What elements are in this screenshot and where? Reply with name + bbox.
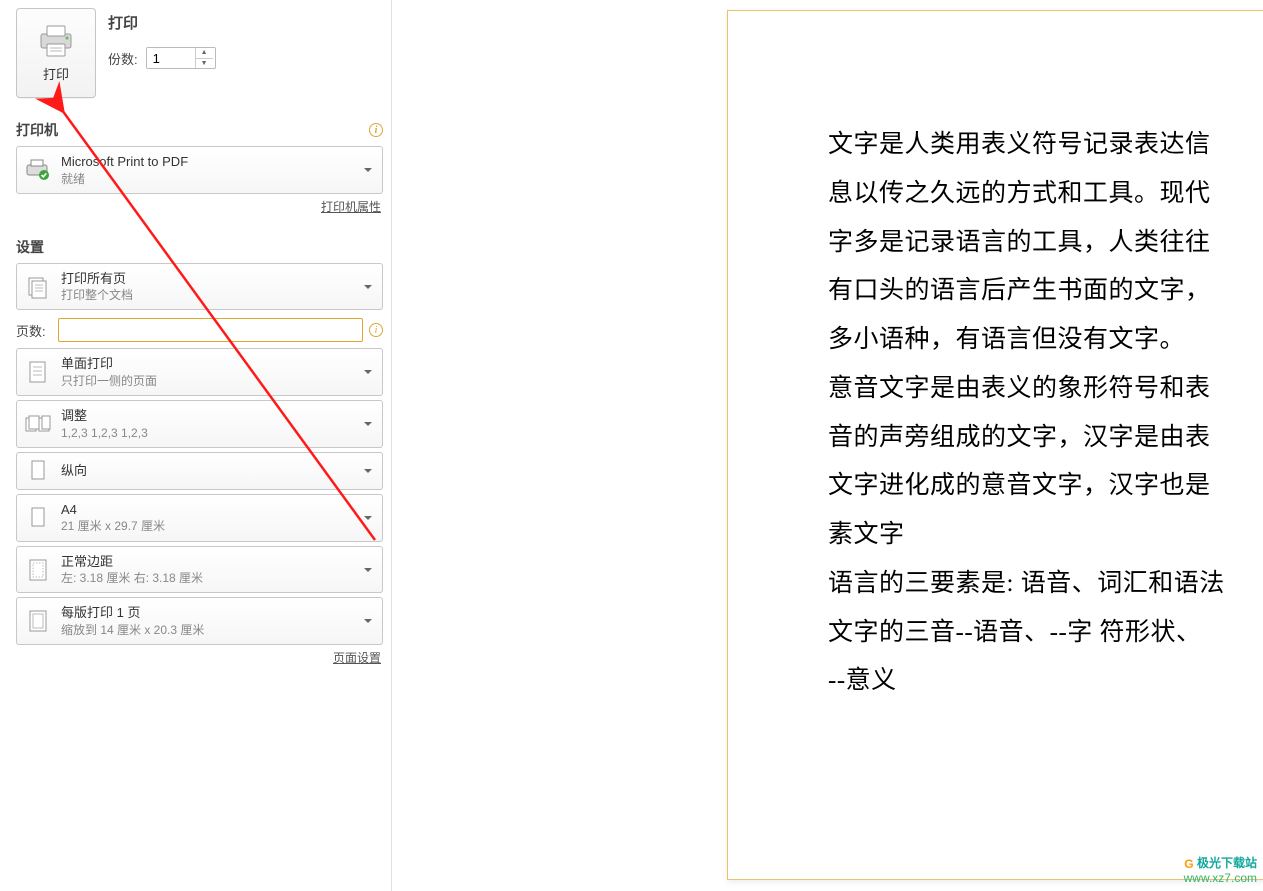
printer-section-label: 打印机 [16, 120, 58, 140]
watermark-brand: 极光下载站 [1197, 856, 1257, 870]
print-preview: 文字是人类用表义符号记录表达信息以传之久远的方式和工具。现代字多是记录语言的工具… [392, 0, 1263, 891]
collate-selector[interactable]: 调整 1,2,3 1,2,3 1,2,3 [16, 400, 383, 448]
collate-label: 调整 [61, 407, 148, 425]
watermark: G 极光下载站 www.xz7.com [1184, 856, 1257, 887]
document-line: 音的声旁组成的文字，汉字是由表 [828, 414, 1263, 463]
print-button[interactable]: 打印 [16, 8, 96, 98]
copies-input[interactable] [147, 48, 195, 68]
pages-per-sheet-label: 每版打印 1 页 [61, 604, 204, 622]
printer-name: Microsoft Print to PDF [61, 153, 188, 171]
info-icon[interactable]: i [369, 323, 383, 337]
collate-icon [25, 414, 51, 434]
document-line: 字多是记录语言的工具，人类往往 [828, 219, 1263, 268]
margins-icon [25, 558, 51, 582]
pages-label: 页数: [16, 321, 52, 340]
printer-selector[interactable]: Microsoft Print to PDF 就绪 [16, 146, 383, 194]
print-range-selector[interactable]: 打印所有页 打印整个文档 [16, 263, 383, 311]
document-line: 文字进化成的意音文字，汉字也是 [828, 462, 1263, 511]
orientation-label: 纵向 [61, 462, 87, 480]
document-line: 有口头的语言后产生书面的文字， [828, 267, 1263, 316]
print-range-sublabel: 打印整个文档 [61, 287, 133, 303]
duplex-label: 单面打印 [61, 355, 157, 373]
info-icon[interactable]: i [369, 123, 383, 137]
document-line: 意音文字是由表义的象形符号和表 [828, 365, 1263, 414]
watermark-url: www.xz7.com [1184, 871, 1257, 887]
paper-size-sublabel: 21 厘米 x 29.7 厘米 [61, 518, 165, 534]
print-range-label: 打印所有页 [61, 270, 133, 288]
single-page-icon [25, 360, 51, 384]
copies-label: 份数: [108, 49, 138, 68]
collate-sublabel: 1,2,3 1,2,3 1,2,3 [61, 425, 148, 441]
printer-status: 就绪 [61, 171, 188, 187]
pages-per-sheet-sublabel: 缩放到 14 厘米 x 20.3 厘米 [61, 622, 204, 638]
printer-icon [37, 24, 75, 58]
margins-sublabel: 左: 3.18 厘米 右: 3.18 厘米 [61, 570, 203, 586]
printer-properties-link[interactable]: 打印机属性 [321, 200, 381, 214]
margins-label: 正常边距 [61, 553, 203, 571]
paper-size-selector[interactable]: A4 21 厘米 x 29.7 厘米 [16, 494, 383, 542]
margins-selector[interactable]: 正常边距 左: 3.18 厘米 右: 3.18 厘米 [16, 546, 383, 594]
document-line: 多小语种，有语言但没有文字。 [828, 316, 1263, 365]
document-line: 文字的三音--语音、--字 符形状、 [828, 609, 1263, 658]
copies-spinner[interactable]: ▲ ▼ [146, 47, 216, 69]
printer-ready-icon [25, 159, 51, 181]
orientation-selector[interactable]: 纵向 [16, 452, 383, 490]
pages-per-sheet-icon [25, 609, 51, 633]
paper-size-label: A4 [61, 501, 165, 519]
document-line: 素文字 [828, 511, 1263, 560]
pages-stack-icon [25, 275, 51, 299]
document-line: --意义 [828, 657, 1263, 706]
copies-down-icon[interactable]: ▼ [196, 59, 213, 69]
print-title: 打印 [108, 12, 216, 33]
copies-up-icon[interactable]: ▲ [196, 48, 213, 59]
duplex-sublabel: 只打印一侧的页面 [61, 373, 157, 389]
page-size-icon [25, 506, 51, 530]
page-setup-link[interactable]: 页面设置 [333, 651, 381, 665]
document-line: 语言的三要素是: 语音、词汇和语法 [828, 560, 1263, 609]
settings-section-label: 设置 [16, 237, 44, 257]
document-line: 息以传之久远的方式和工具。现代 [828, 170, 1263, 219]
portrait-icon [25, 459, 51, 483]
preview-page: 文字是人类用表义符号记录表达信息以传之久远的方式和工具。现代字多是记录语言的工具… [727, 10, 1263, 880]
duplex-selector[interactable]: 单面打印 只打印一侧的页面 [16, 348, 383, 396]
print-sidebar: 打印 打印 份数: ▲ ▼ 打印机 i [0, 0, 392, 891]
pages-input[interactable] [58, 318, 363, 342]
print-button-label: 打印 [43, 64, 69, 83]
pages-per-sheet-selector[interactable]: 每版打印 1 页 缩放到 14 厘米 x 20.3 厘米 [16, 597, 383, 645]
watermark-logo-icon: G [1184, 857, 1193, 873]
document-line: 文字是人类用表义符号记录表达信 [828, 121, 1263, 170]
